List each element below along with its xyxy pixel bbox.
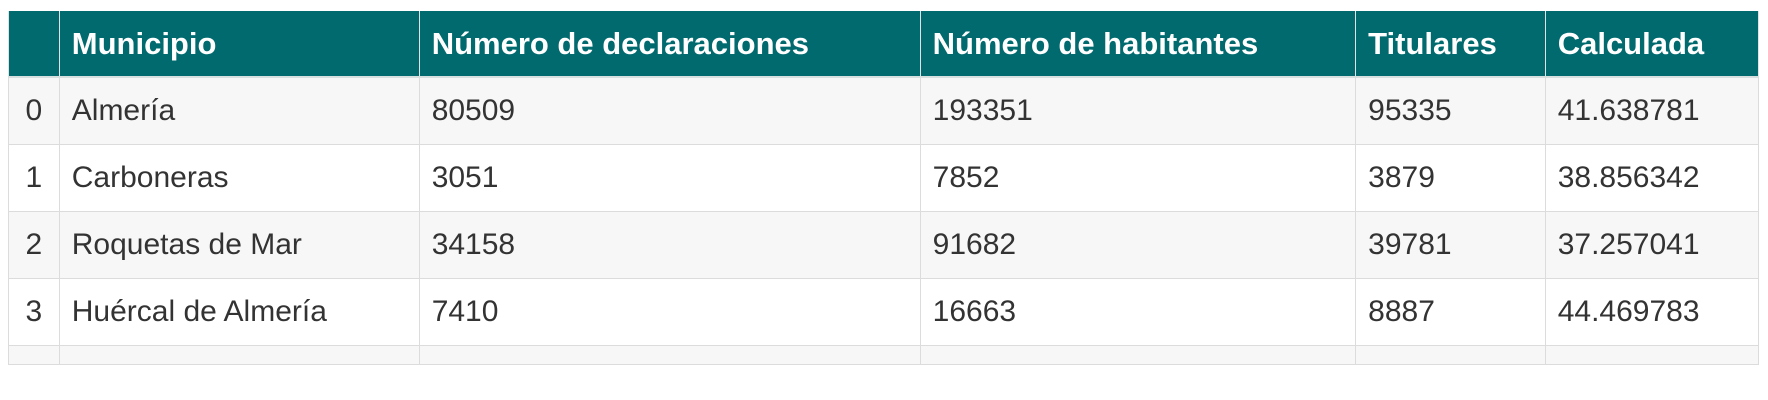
cell-empty (1355, 345, 1546, 365)
cell-index: 3 (8, 278, 60, 346)
header-titulares: Titulares (1355, 11, 1546, 78)
cell-titulares: 8887 (1355, 278, 1546, 346)
table-row: 2 Roquetas de Mar 34158 91682 39781 37.2… (8, 211, 1760, 279)
header-calculada: Calculada (1544, 11, 1760, 78)
cell-empty (1544, 345, 1760, 365)
cell-index: 1 (8, 144, 60, 212)
cell-calculada: 37.257041 (1544, 211, 1760, 279)
cell-empty (58, 345, 420, 365)
cell-empty (919, 345, 1357, 365)
cell-titulares: 39781 (1355, 211, 1546, 279)
cell-index: 2 (8, 211, 60, 279)
header-index (8, 11, 60, 78)
table-row-partial (8, 345, 1760, 365)
header-municipio: Municipio (58, 11, 420, 78)
cell-empty (8, 345, 60, 365)
cell-empty (418, 345, 921, 365)
cell-municipio: Huércal de Almería (58, 278, 420, 346)
cell-titulares: 95335 (1355, 76, 1546, 145)
table-row: 0 Almería 80509 193351 95335 41.638781 (8, 76, 1760, 145)
table-body: 0 Almería 80509 193351 95335 41.638781 1… (8, 76, 1760, 365)
cell-numero-habitantes: 91682 (919, 211, 1357, 279)
cell-municipio: Carboneras (58, 144, 420, 212)
cell-numero-habitantes: 7852 (919, 144, 1357, 212)
cell-index: 0 (8, 76, 60, 145)
cell-numero-declaraciones: 80509 (418, 76, 921, 145)
table-row: 1 Carboneras 3051 7852 3879 38.856342 (8, 144, 1760, 212)
cell-numero-declaraciones: 7410 (418, 278, 921, 346)
cell-numero-declaraciones: 34158 (418, 211, 921, 279)
cell-numero-declaraciones: 3051 (418, 144, 921, 212)
header-row: Municipio Número de declaraciones Número… (8, 11, 1760, 78)
table-container: Municipio Número de declaraciones Número… (8, 11, 1760, 365)
cell-numero-habitantes: 193351 (919, 76, 1357, 145)
cell-titulares: 3879 (1355, 144, 1546, 212)
cell-municipio: Roquetas de Mar (58, 211, 420, 279)
header-numero-habitantes: Número de habitantes (919, 11, 1357, 78)
table-header: Municipio Número de declaraciones Número… (8, 11, 1760, 78)
cell-municipio: Almería (58, 76, 420, 145)
cell-calculada: 41.638781 (1544, 76, 1760, 145)
cell-numero-habitantes: 16663 (919, 278, 1357, 346)
data-table: Municipio Número de declaraciones Número… (8, 11, 1760, 365)
table-row: 3 Huércal de Almería 7410 16663 8887 44.… (8, 278, 1760, 346)
header-numero-declaraciones: Número de declaraciones (418, 11, 921, 78)
cell-calculada: 38.856342 (1544, 144, 1760, 212)
cell-calculada: 44.469783 (1544, 278, 1760, 346)
